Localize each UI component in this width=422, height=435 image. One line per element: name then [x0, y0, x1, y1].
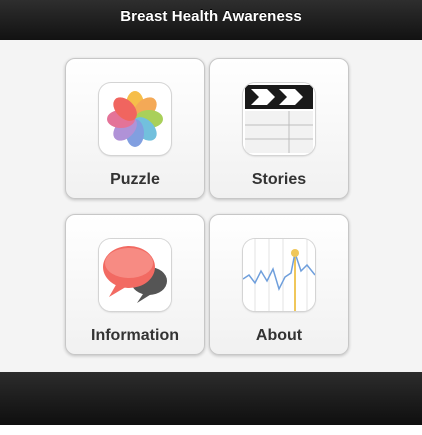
- stocks-chart-icon: [243, 239, 315, 311]
- photos-flower-icon: [99, 83, 171, 155]
- about-label: About: [255, 327, 303, 344]
- bottom-strip: [0, 425, 422, 435]
- page-title: Breast Health Awareness: [120, 8, 302, 25]
- clapperboard-icon: [243, 83, 315, 155]
- app-screen: Breast Health Awareness Puzzle Stories I…: [0, 0, 422, 435]
- about-button[interactable]: About: [209, 214, 349, 355]
- stories-button[interactable]: Stories: [209, 58, 349, 199]
- stories-label: Stories: [251, 171, 307, 188]
- puzzle-button[interactable]: Puzzle: [65, 58, 205, 199]
- speech-bubbles-icon: [99, 239, 171, 311]
- information-label: Information: [91, 327, 179, 344]
- menu-grid: Puzzle Stories Information About: [0, 40, 422, 372]
- puzzle-label: Puzzle: [110, 171, 160, 188]
- information-button[interactable]: Information: [65, 214, 205, 355]
- navigation-bar: Breast Health Awareness: [0, 0, 422, 40]
- bottom-toolbar: [0, 372, 422, 425]
